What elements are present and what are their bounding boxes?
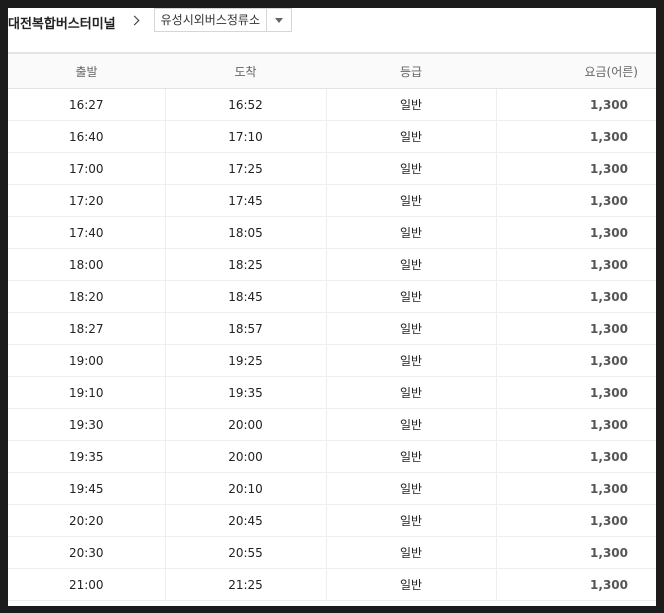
arrival-time: 18:25 xyxy=(165,248,327,281)
arrival-time: 17:10 xyxy=(165,120,327,153)
departure-time: 19:35 xyxy=(8,440,166,473)
adult-fare: 1,300 xyxy=(496,472,656,505)
departure-time: 17:40 xyxy=(8,216,166,249)
departure-time: 20:30 xyxy=(8,536,166,569)
table-row: 19:35 20:00 일반 1,300 xyxy=(8,440,656,473)
timetable: 출발 도착 등급 요금(어른) 16:27 16:52 일반 1,300 16:… xyxy=(8,52,656,601)
table-row: 16:27 16:52 일반 1,300 xyxy=(8,88,656,121)
bus-grade: 일반 xyxy=(326,472,497,505)
adult-fare: 1,300 xyxy=(496,568,656,601)
adult-fare: 1,300 xyxy=(496,120,656,153)
bus-grade: 일반 xyxy=(326,344,497,377)
table-row: 18:27 18:57 일반 1,300 xyxy=(8,312,656,345)
departure-time: 19:30 xyxy=(8,408,166,441)
bus-grade: 일반 xyxy=(326,568,497,601)
departure-time: 21:00 xyxy=(8,568,166,601)
chevron-right-icon xyxy=(130,12,144,28)
table-row: 17:00 17:25 일반 1,300 xyxy=(8,152,656,185)
bus-grade: 일반 xyxy=(326,504,497,537)
bus-grade: 일반 xyxy=(326,440,497,473)
departure-time: 19:10 xyxy=(8,376,166,409)
header-arrival: 도착 xyxy=(165,53,326,89)
adult-fare: 1,300 xyxy=(496,88,656,121)
header-grade: 등급 xyxy=(326,53,496,89)
adult-fare: 1,300 xyxy=(496,248,656,281)
bus-grade: 일반 xyxy=(326,408,497,441)
adult-fare: 1,300 xyxy=(496,344,656,377)
bus-grade: 일반 xyxy=(326,280,497,313)
arrival-time: 20:10 xyxy=(165,472,327,505)
departure-time: 16:27 xyxy=(8,88,166,121)
departure-time: 18:27 xyxy=(8,312,166,345)
adult-fare: 1,300 xyxy=(496,440,656,473)
bus-grade: 일반 xyxy=(326,216,497,249)
arrival-time: 16:52 xyxy=(165,88,327,121)
adult-fare: 1,300 xyxy=(496,504,656,537)
bus-grade: 일반 xyxy=(326,312,497,345)
origin-terminal: 대전복합버스터미널 xyxy=(8,17,116,32)
header-fare: 요금(어른) xyxy=(496,53,656,89)
adult-fare: 1,300 xyxy=(496,376,656,409)
departure-time: 19:45 xyxy=(8,472,166,505)
table-row: 19:10 19:35 일반 1,300 xyxy=(8,376,656,409)
bus-grade: 일반 xyxy=(326,248,497,281)
adult-fare: 1,300 xyxy=(496,184,656,217)
table-row: 21:00 21:25 일반 1,300 xyxy=(8,568,656,601)
arrival-time: 17:45 xyxy=(165,184,327,217)
arrival-time: 18:05 xyxy=(165,216,327,249)
departure-time: 17:00 xyxy=(8,152,166,185)
bus-grade: 일반 xyxy=(326,152,497,185)
table-row: 17:20 17:45 일반 1,300 xyxy=(8,184,656,217)
bus-grade: 일반 xyxy=(326,536,497,569)
destination-label: 유성시외버스정류소 xyxy=(160,13,261,27)
table-row: 20:20 20:45 일반 1,300 xyxy=(8,504,656,537)
arrival-time: 19:25 xyxy=(165,344,327,377)
bus-grade: 일반 xyxy=(326,376,497,409)
arrival-time: 19:35 xyxy=(165,376,327,409)
table-header-row: 출발 도착 등급 요금(어른) xyxy=(8,53,656,89)
arrival-time: 20:00 xyxy=(165,408,327,441)
timetable-panel: 대전복합버스터미널 유성시외버스정류소 출발 도착 등급 요금(어른) 16:2… xyxy=(8,8,656,606)
table-row: 20:30 20:55 일반 1,300 xyxy=(8,536,656,569)
arrival-time: 18:45 xyxy=(165,280,327,313)
route-bar: 대전복합버스터미널 유성시외버스정류소 xyxy=(8,8,656,52)
adult-fare: 1,300 xyxy=(496,280,656,313)
table-row: 19:00 19:25 일반 1,300 xyxy=(8,344,656,377)
header-departure: 출발 xyxy=(8,53,165,89)
table-row: 18:00 18:25 일반 1,300 xyxy=(8,248,656,281)
adult-fare: 1,300 xyxy=(496,536,656,569)
destination-select[interactable]: 유성시외버스정류소 xyxy=(153,8,293,32)
table-row: 18:20 18:45 일반 1,300 xyxy=(8,280,656,313)
arrival-time: 17:25 xyxy=(165,152,327,185)
table-row: 16:40 17:10 일반 1,300 xyxy=(8,120,656,153)
bus-grade: 일반 xyxy=(326,88,497,121)
arrival-time: 20:00 xyxy=(165,440,327,473)
adult-fare: 1,300 xyxy=(496,216,656,249)
arrival-time: 20:45 xyxy=(165,504,327,537)
bus-grade: 일반 xyxy=(326,120,497,153)
arrival-time: 21:25 xyxy=(165,568,327,601)
table-row: 19:30 20:00 일반 1,300 xyxy=(8,408,656,441)
adult-fare: 1,300 xyxy=(496,152,656,185)
departure-time: 18:20 xyxy=(8,280,166,313)
departure-time: 20:20 xyxy=(8,504,166,537)
departure-time: 19:00 xyxy=(8,344,166,377)
arrival-time: 20:55 xyxy=(165,536,327,569)
adult-fare: 1,300 xyxy=(496,408,656,441)
bus-grade: 일반 xyxy=(326,184,497,217)
arrival-time: 18:57 xyxy=(165,312,327,345)
chevron-down-icon[interactable] xyxy=(266,9,291,31)
table-row: 17:40 18:05 일반 1,300 xyxy=(8,216,656,249)
departure-time: 16:40 xyxy=(8,120,166,153)
departure-time: 18:00 xyxy=(8,248,166,281)
adult-fare: 1,300 xyxy=(496,312,656,345)
table-row: 19:45 20:10 일반 1,300 xyxy=(8,472,656,505)
departure-time: 17:20 xyxy=(8,184,166,217)
